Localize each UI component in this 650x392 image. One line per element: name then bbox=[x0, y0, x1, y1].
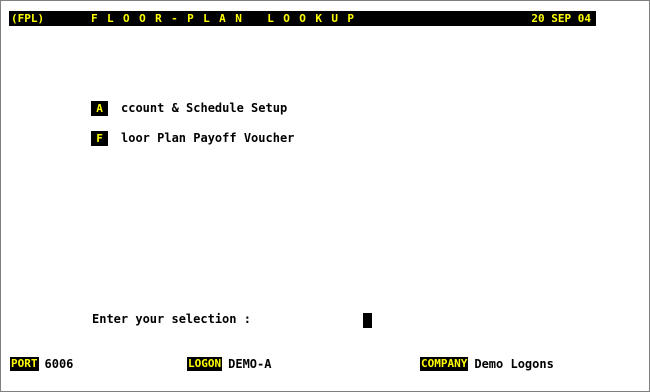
port-label: PORT bbox=[10, 357, 39, 371]
screen-title: FLOOR-PLAN LOOKUP bbox=[91, 12, 364, 25]
program-code: (FPL) bbox=[11, 12, 45, 25]
menu-item-floor-plan-payoff-voucher[interactable]: F loor Plan Payoff Voucher bbox=[91, 130, 294, 146]
selection-input-cursor[interactable] bbox=[363, 313, 372, 328]
terminal-screen: (FPL) FLOOR-PLAN LOOKUP 20 SEP 04 A ccou… bbox=[0, 0, 650, 392]
company-label: COMPANY bbox=[420, 357, 469, 371]
status-port: PORT 6006 bbox=[10, 357, 73, 371]
menu-hotkey-f[interactable]: F bbox=[91, 130, 108, 146]
port-value: 6006 bbox=[44, 357, 74, 371]
logon-value: DEMO-A bbox=[228, 357, 272, 371]
title-bar: (FPL) FLOOR-PLAN LOOKUP 20 SEP 04 bbox=[9, 11, 596, 26]
menu-hotkey-a[interactable]: A bbox=[91, 100, 108, 116]
company-value: Demo Logons bbox=[474, 357, 554, 371]
menu-label-floor-plan-payoff-voucher: loor Plan Payoff Voucher bbox=[121, 131, 295, 145]
logon-label: LOGON bbox=[187, 357, 223, 371]
header-date: 20 SEP 04 bbox=[531, 12, 591, 25]
menu-label-account-schedule-setup: ccount & Schedule Setup bbox=[121, 101, 288, 115]
menu-item-account-schedule-setup[interactable]: A ccount & Schedule Setup bbox=[91, 100, 287, 116]
selection-prompt: Enter your selection : bbox=[92, 312, 251, 326]
status-logon: LOGON DEMO-A bbox=[187, 357, 271, 371]
status-company: COMPANY Demo Logons bbox=[420, 357, 554, 371]
